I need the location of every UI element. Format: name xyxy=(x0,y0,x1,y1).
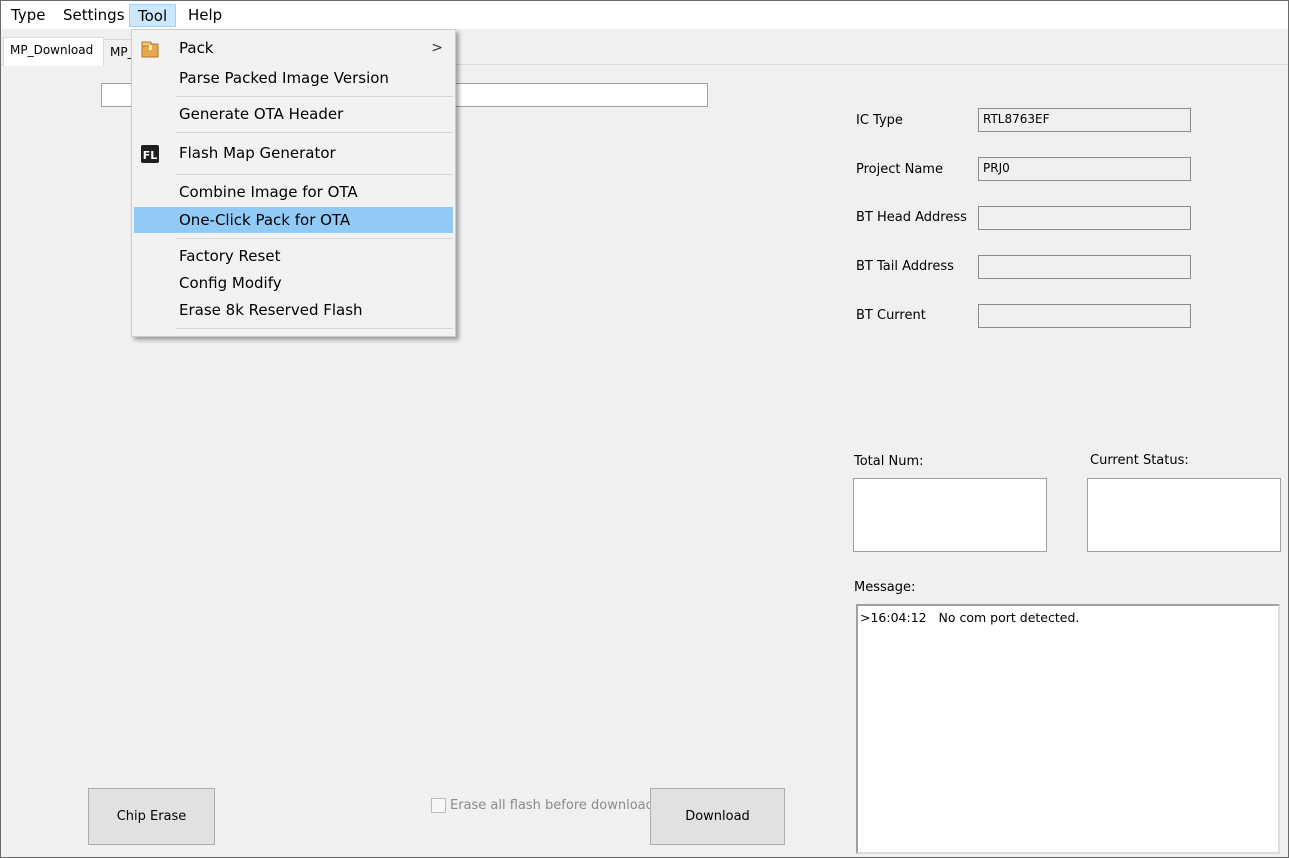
current-status-label: Current Status: xyxy=(1090,453,1189,468)
menu-tool[interactable]: Tool xyxy=(129,4,177,27)
tab-mp-download[interactable]: MP_Download xyxy=(3,37,104,66)
svg-text:FL: FL xyxy=(143,149,158,162)
ic-type-field: RTL8763EF xyxy=(978,108,1191,132)
menu-item-pack[interactable]: Pack > xyxy=(134,35,453,61)
bt-current-field xyxy=(978,304,1191,328)
menu-item-combine-image-for-ota[interactable]: Combine Image for OTA xyxy=(134,179,453,205)
download-button[interactable]: Download xyxy=(650,788,785,845)
total-num-box xyxy=(853,478,1047,552)
erase-all-flash-checkbox[interactable] xyxy=(431,798,446,813)
total-num-label: Total Num: xyxy=(854,454,924,469)
menu-item-generate-ota-header[interactable]: Generate OTA Header xyxy=(134,101,453,127)
menu-separator xyxy=(176,328,453,329)
message-log[interactable]: >16:04:12 No com port detected. xyxy=(856,604,1280,854)
menu-separator xyxy=(176,96,453,97)
ic-type-label: IC Type xyxy=(856,113,903,128)
bt-head-address-label: BT Head Address xyxy=(856,210,967,225)
menu-separator xyxy=(176,238,453,239)
menu-item-parse-packed-image-version[interactable]: Parse Packed Image Version xyxy=(134,65,453,91)
message-label: Message: xyxy=(854,580,916,595)
menu-item-erase-8k-reserved-flash[interactable]: Erase 8k Reserved Flash xyxy=(134,297,453,323)
menu-item-one-click-pack-for-ota[interactable]: One-Click Pack for OTA xyxy=(134,207,453,233)
bt-tail-address-label: BT Tail Address xyxy=(856,259,954,274)
menu-type[interactable]: Type xyxy=(3,4,53,27)
bt-tail-address-field xyxy=(978,255,1191,279)
bt-head-address-field xyxy=(978,206,1191,230)
menu-item-label: Flash Map Generator xyxy=(179,144,336,162)
project-name-label: Project Name xyxy=(856,162,943,177)
menu-help[interactable]: Help xyxy=(180,4,230,27)
project-name-field: PRJ0 xyxy=(978,157,1191,181)
package-icon xyxy=(141,41,159,58)
menu-settings[interactable]: Settings xyxy=(55,4,133,27)
bt-current-label: BT Current xyxy=(856,308,926,323)
chip-erase-button[interactable]: Chip Erase xyxy=(88,788,215,845)
menu-separator xyxy=(176,132,453,133)
menu-item-label: Pack xyxy=(179,39,214,57)
current-status-box xyxy=(1087,478,1281,552)
menu-item-config-modify[interactable]: Config Modify xyxy=(134,270,453,296)
tool-menu-dropdown: Pack > Parse Packed Image Version Genera… xyxy=(131,29,456,337)
menu-separator xyxy=(176,174,453,175)
erase-all-flash-label: Erase all flash before download xyxy=(450,798,654,813)
fl-icon: FL xyxy=(141,145,159,163)
menu-item-flash-map-generator[interactable]: FL Flash Map Generator xyxy=(134,140,453,166)
tab-mp-second[interactable]: MP_ xyxy=(103,39,133,65)
menu-item-factory-reset[interactable]: Factory Reset xyxy=(134,243,453,269)
app-window: Type Settings Tool Help MP_Download MP_ … xyxy=(0,0,1289,858)
erase-all-flash-option[interactable]: Erase all flash before download xyxy=(431,798,654,813)
menubar: Type Settings Tool Help xyxy=(1,1,1288,29)
chevron-right-icon: > xyxy=(431,40,443,56)
